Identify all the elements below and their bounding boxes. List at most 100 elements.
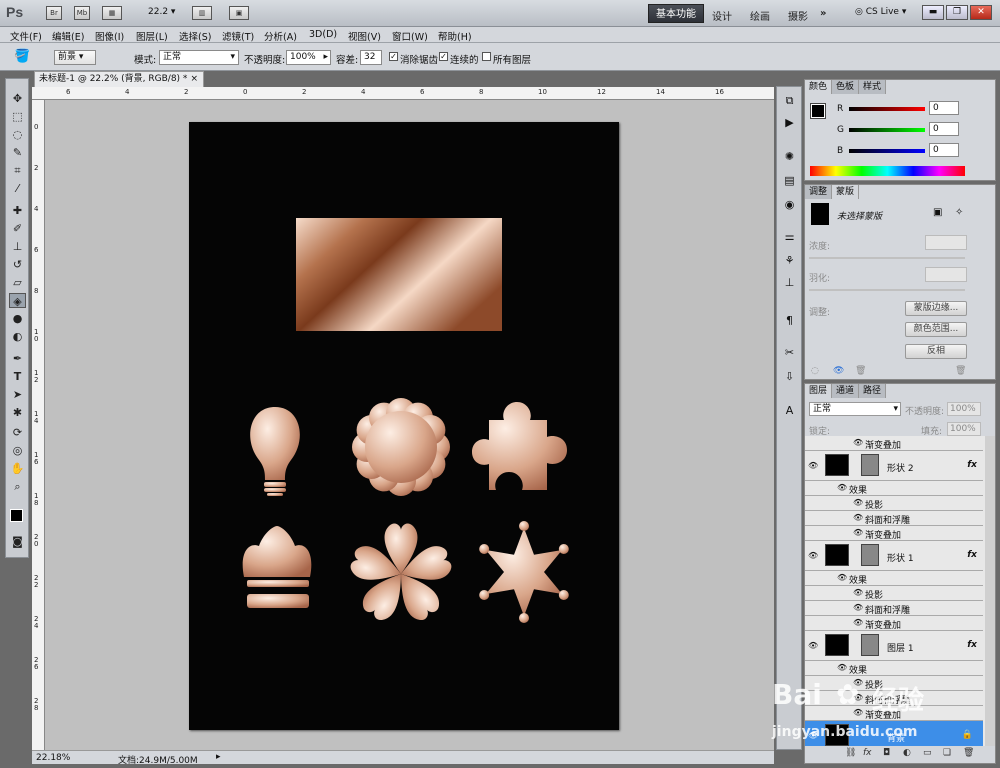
tab-adjustments[interactable]: 调整 bbox=[805, 185, 833, 199]
crop-tool-icon[interactable]: ⌗ bbox=[9, 163, 26, 178]
layer-name[interactable]: 形状 2 bbox=[887, 461, 914, 474]
b-slider[interactable] bbox=[849, 149, 925, 153]
tab-color[interactable]: 颜色 bbox=[805, 80, 833, 94]
tool-presets-icon[interactable]: ⊥ bbox=[781, 275, 798, 290]
brush-panel-icon[interactable]: ⚌ bbox=[781, 229, 798, 244]
more-workspaces-button[interactable]: » bbox=[820, 8, 826, 19]
workspace-painting[interactable]: 绘画 bbox=[750, 8, 770, 23]
bridge-button[interactable]: Br bbox=[46, 6, 62, 20]
path-selection-tool-icon[interactable]: ➤ bbox=[9, 387, 26, 402]
g-input[interactable]: 0 bbox=[929, 122, 959, 136]
3d-orbit-tool-icon[interactable]: ◎ bbox=[9, 443, 26, 458]
density-input[interactable] bbox=[925, 235, 967, 250]
zoom-tool-icon[interactable]: ⌕ bbox=[9, 479, 26, 494]
status-zoom[interactable]: 22.18% bbox=[36, 753, 70, 763]
effect-eye-icon[interactable]: 👁 bbox=[853, 588, 863, 597]
clone-source-icon[interactable]: ⚘ bbox=[781, 253, 798, 268]
effect-eye-icon[interactable]: 👁 bbox=[853, 438, 863, 447]
tab-styles[interactable]: 样式 bbox=[859, 80, 887, 94]
layer-name[interactable]: 图层 1 bbox=[887, 641, 914, 654]
effects-row[interactable]: 👁 效果 bbox=[805, 571, 983, 586]
paragraph-panel-icon[interactable]: ¶ bbox=[781, 313, 798, 328]
color-range-button[interactable]: 颜色范围... bbox=[905, 322, 967, 337]
eraser-tool-icon[interactable]: ▱ bbox=[9, 275, 26, 290]
cs-live-button[interactable]: ◎ CS Live ▾ bbox=[855, 7, 906, 17]
status-menu-icon[interactable]: ▸ bbox=[216, 752, 221, 762]
effect-eye-icon[interactable]: 👁 bbox=[853, 618, 863, 627]
effect-eye-icon[interactable]: 👁 bbox=[853, 603, 863, 612]
mask-edge-button[interactable]: 蒙版边缘... bbox=[905, 301, 967, 316]
layer-comps-icon[interactable]: ⇩ bbox=[781, 369, 798, 384]
blend-mode-select[interactable]: 正常 ▾ bbox=[809, 402, 901, 416]
menu-file[interactable]: 文件(F) bbox=[10, 29, 42, 43]
effect-eye-icon[interactable]: 👁 bbox=[837, 573, 847, 582]
effect-eye-icon[interactable]: 👁 bbox=[853, 498, 863, 507]
antialias-checkbox[interactable]: ✓ bbox=[389, 52, 398, 61]
layer-row[interactable]: 👁 图层 1 fx bbox=[805, 631, 983, 661]
quick-select-tool-icon[interactable]: ✎ bbox=[9, 145, 26, 160]
load-selection-icon[interactable]: ◌ bbox=[811, 366, 819, 376]
effect-row[interactable]: 👁 渐变叠加 bbox=[805, 436, 983, 451]
minimize-button[interactable]: ▬ bbox=[922, 5, 944, 20]
document-tab[interactable]: 未标题-1 @ 22.2% (背景, RGB/8) * × bbox=[34, 71, 204, 87]
effect-row[interactable]: 👁 斜面和浮雕 bbox=[805, 601, 983, 616]
view-extras-icon[interactable]: ▦ bbox=[102, 6, 122, 20]
tolerance-input[interactable]: 32 bbox=[360, 50, 382, 65]
workspace-essentials-button[interactable]: 基本功能 bbox=[648, 4, 704, 23]
trash-icon[interactable]: 🗑 bbox=[955, 366, 966, 376]
fg-color-chip[interactable] bbox=[811, 104, 825, 118]
invert-button[interactable]: 反相 bbox=[905, 344, 967, 359]
marquee-tool-icon[interactable]: ⬚ bbox=[9, 109, 26, 124]
layer-effects-icon[interactable]: fx bbox=[967, 550, 977, 560]
custom-shape-tool-icon[interactable]: ✱ bbox=[9, 405, 26, 420]
character-panel-icon[interactable]: A bbox=[781, 403, 798, 418]
fill-source-select[interactable]: 前景 ▾ bbox=[54, 50, 96, 65]
b-input[interactable]: 0 bbox=[929, 143, 959, 157]
feather-input[interactable] bbox=[925, 267, 967, 282]
visibility-eye-icon[interactable]: 👁 bbox=[808, 641, 818, 650]
layer-row[interactable]: 👁 形状 1 fx bbox=[805, 541, 983, 571]
effect-row[interactable]: 👁 渐变叠加 bbox=[805, 526, 983, 541]
effect-row[interactable]: 👁 斜面和浮雕 bbox=[805, 511, 983, 526]
maximize-button[interactable]: ❐ bbox=[946, 5, 968, 20]
visibility-eye-icon[interactable]: 👁 bbox=[808, 461, 818, 470]
blur-tool-icon[interactable]: ● bbox=[9, 311, 26, 326]
workspace-design[interactable]: 设计 bbox=[712, 8, 732, 23]
layer-fill-input[interactable]: 100% bbox=[947, 422, 981, 436]
type-tool-icon[interactable]: T bbox=[9, 369, 26, 384]
pen-tool-icon[interactable]: ✒ bbox=[9, 351, 26, 366]
effect-eye-icon[interactable]: 👁 bbox=[837, 663, 847, 672]
effects-row[interactable]: 👁 效果 bbox=[805, 661, 983, 676]
tab-swatches[interactable]: 色板 bbox=[832, 80, 860, 94]
screen-mode-icon[interactable]: ▣ bbox=[229, 6, 249, 20]
tab-channels[interactable]: 通道 bbox=[832, 384, 860, 398]
visibility-eye-icon[interactable]: 👁 bbox=[808, 551, 818, 560]
lasso-tool-icon[interactable]: ◌ bbox=[9, 127, 26, 142]
layer-row[interactable]: 👁 形状 2 fx bbox=[805, 451, 983, 481]
mode-select[interactable]: 正常 ▾ bbox=[159, 50, 239, 65]
close-button[interactable]: ✕ bbox=[970, 5, 992, 20]
density-slider[interactable] bbox=[809, 257, 965, 259]
effect-eye-icon[interactable]: 👁 bbox=[853, 513, 863, 522]
3d-rotate-tool-icon[interactable]: ⟳ bbox=[9, 425, 26, 440]
r-input[interactable]: 0 bbox=[929, 101, 959, 115]
effects-row[interactable]: 👁 效果 bbox=[805, 481, 983, 496]
paint-bucket-tool-icon[interactable]: ◈ bbox=[9, 293, 26, 308]
view-mask-icon[interactable]: 👁 bbox=[833, 366, 844, 376]
history-brush-tool-icon[interactable]: ↺ bbox=[9, 257, 26, 272]
all-layers-checkbox[interactable] bbox=[482, 52, 491, 61]
3d-panel-icon[interactable]: ✺ bbox=[781, 149, 798, 164]
foreground-color-swatch[interactable] bbox=[10, 509, 23, 522]
info-panel-icon[interactable]: ▤ bbox=[781, 173, 798, 188]
feather-slider[interactable] bbox=[809, 289, 965, 291]
effect-eye-icon[interactable]: 👁 bbox=[837, 483, 847, 492]
menu-edit[interactable]: 编辑(E) bbox=[52, 29, 84, 43]
g-slider[interactable] bbox=[849, 128, 925, 132]
menu-filter[interactable]: 滤镜(T) bbox=[222, 29, 254, 43]
history-panel-icon[interactable]: ⧉ bbox=[781, 93, 798, 108]
vector-mask-icon[interactable]: ✧ bbox=[955, 207, 963, 218]
tools-options-icon[interactable]: ✂ bbox=[781, 345, 798, 360]
layer-name[interactable]: 形状 1 bbox=[887, 551, 914, 564]
eyedropper-tool-icon[interactable]: ⁄ bbox=[9, 181, 26, 196]
effect-eye-icon[interactable]: 👁 bbox=[853, 528, 863, 537]
